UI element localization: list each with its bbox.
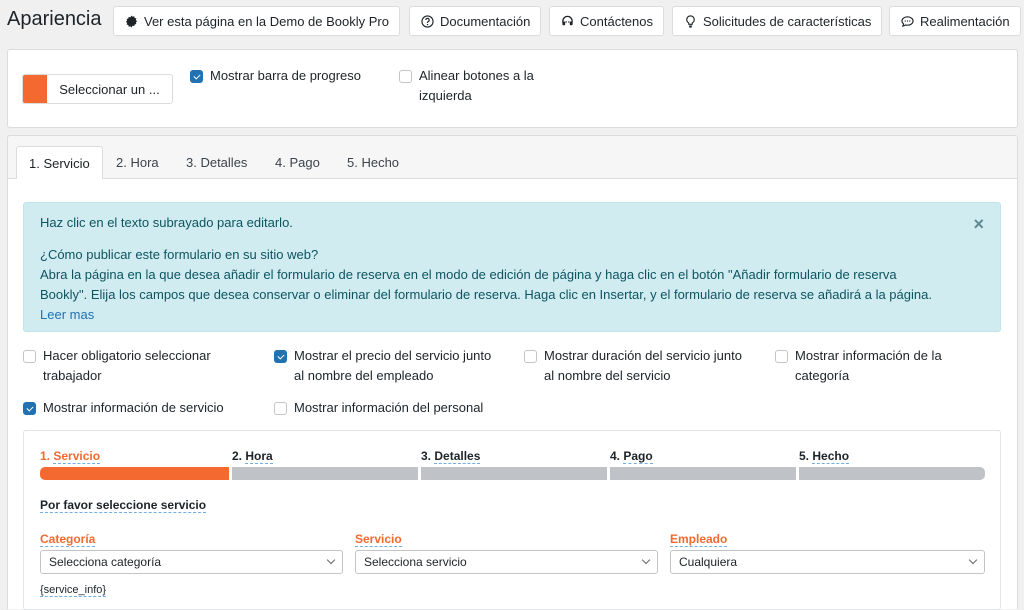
tab-detalles[interactable]: 3. Detalles: [174, 148, 259, 180]
employee-select[interactable]: Cualquiera: [670, 550, 985, 574]
option-label: Mostrar información del personal: [294, 400, 484, 415]
category-select[interactable]: Selecciona categoría: [40, 550, 343, 574]
info-alert: Haz clic en el texto subrayado para edit…: [23, 202, 1001, 332]
alert-instructions-line2: Bookly". Elija los campos que desea cons…: [40, 287, 932, 302]
close-icon[interactable]: ×: [973, 215, 984, 233]
option-show-category-info[interactable]: Mostrar información de la categoría: [775, 346, 942, 386]
service-select-value: Selecciona servicio: [364, 555, 467, 569]
employee-select-value: Cualquiera: [679, 555, 738, 569]
alert-question: ¿Cómo publicar este formulario en su sit…: [40, 247, 319, 262]
option-show-service-info[interactable]: Mostrar información de servicio: [23, 398, 224, 418]
step-tabs: 1. Servicio 2. Hora 3. Detalles 4. Pago …: [7, 135, 1018, 180]
progress-step-hora[interactable]: 2. Hora: [232, 449, 273, 464]
category-label[interactable]: Categoría: [40, 532, 96, 547]
option-label: Mostrar duración del servicio junto al no…: [544, 348, 742, 383]
contact-button[interactable]: Contáctenos: [549, 6, 664, 36]
header-bar: Apariencia Ver esta página en la Demo de…: [0, 0, 1024, 42]
booking-form-preview: [23, 430, 1001, 610]
option-require-staff[interactable]: Hacer obligatorio seleccionar trabajador: [23, 346, 211, 386]
align-buttons-left-checkbox[interactable]: [399, 69, 412, 83]
color-picker-button[interactable]: Seleccionar un ...: [22, 74, 173, 104]
option-label: Mostrar información de servicio: [43, 400, 224, 415]
align-buttons-left-label-line1: Alinear botones a la: [419, 68, 534, 83]
chevron-down-icon: [326, 555, 336, 565]
option-label: Mostrar información de la categoría: [795, 348, 942, 383]
headset-icon: [560, 14, 574, 28]
align-buttons-left-option[interactable]: Alinear botones a la izquierda: [399, 66, 534, 106]
color-swatch: [23, 75, 47, 103]
service-info-placeholder[interactable]: {service_info}: [40, 584, 107, 597]
bookly-gear-icon: [124, 14, 138, 28]
tab-servicio[interactable]: 1. Servicio: [16, 146, 103, 180]
progress-bar-segment: [421, 467, 607, 480]
progress-bar-segment: [232, 467, 418, 480]
question-circle-icon: [420, 14, 434, 28]
option-show-staff-info[interactable]: Mostrar información del personal: [274, 398, 483, 418]
progress-bar-segment: [610, 467, 796, 480]
option-checkbox[interactable]: [23, 401, 36, 415]
tab-hecho[interactable]: 5. Hecho: [335, 148, 411, 180]
documentation-button[interactable]: Documentación: [409, 6, 542, 36]
employee-label[interactable]: Empleado: [670, 532, 728, 547]
show-progress-bar-label: Mostrar barra de progreso: [210, 68, 362, 83]
documentation-button-label: Documentación: [440, 13, 531, 29]
tab-pago[interactable]: 4. Pago: [263, 148, 332, 180]
alert-hint-text: Haz clic en el texto subrayado para edit…: [40, 215, 293, 230]
section-title[interactable]: Por favor seleccione servicio: [40, 498, 207, 513]
feedback-button[interactable]: Realimentación: [889, 6, 1021, 36]
progress-step-pago[interactable]: 4. Pago: [610, 449, 653, 464]
category-select-value: Selecciona categoría: [49, 555, 162, 569]
option-checkbox[interactable]: [274, 401, 287, 415]
option-checkbox[interactable]: [23, 349, 36, 363]
progress-bar-segment: [799, 467, 985, 480]
option-label: Mostrar el precio del servicio junto al n…: [294, 348, 492, 383]
read-more-link[interactable]: Leer mas: [40, 305, 984, 325]
page-title: Apariencia: [7, 8, 102, 30]
progress-bar-segment: [40, 467, 229, 480]
demo-button[interactable]: Ver esta página en la Demo de Bookly Pro: [113, 6, 400, 36]
option-show-price-with-staff[interactable]: Mostrar el precio del servicio junto al n…: [274, 346, 491, 386]
progress-step-hecho[interactable]: 5. Hecho: [799, 449, 850, 464]
alert-instructions-line1: Abra la página en la que desea añadir el…: [40, 267, 897, 282]
contact-button-label: Contáctenos: [580, 13, 653, 29]
feature-requests-button-label: Solicitudes de características: [703, 13, 872, 29]
option-checkbox[interactable]: [775, 349, 788, 363]
comment-icon: [900, 14, 914, 28]
align-buttons-left-label-line2: izquierda: [419, 88, 472, 103]
feedback-button-label: Realimentación: [920, 13, 1010, 29]
show-progress-bar-checkbox[interactable]: [190, 69, 203, 83]
feature-requests-button[interactable]: Solicitudes de características: [672, 6, 883, 36]
lightbulb-icon: [683, 14, 697, 28]
option-checkbox[interactable]: [524, 349, 537, 363]
option-label: Hacer obligatorio seleccionar trabajador: [43, 348, 211, 383]
service-select[interactable]: Selecciona servicio: [355, 550, 658, 574]
option-checkbox[interactable]: [274, 349, 287, 363]
demo-button-label: Ver esta página en la Demo de Bookly Pro: [144, 13, 389, 29]
service-label[interactable]: Servicio: [355, 532, 402, 547]
chevron-down-icon: [968, 555, 978, 565]
chevron-down-icon: [641, 555, 651, 565]
progress-step-servicio[interactable]: 1. Servicio: [40, 449, 101, 464]
align-buttons-left-label: Alinear botones a la izquierda: [419, 66, 534, 106]
color-picker-label: Seleccionar un ...: [59, 81, 160, 97]
tab-hora[interactable]: 2. Hora: [104, 148, 171, 180]
progress-step-detalles[interactable]: 3. Detalles: [421, 449, 481, 464]
show-progress-bar-option[interactable]: Mostrar barra de progreso: [190, 66, 361, 86]
option-show-duration-with-service[interactable]: Mostrar duración del servicio junto al no…: [524, 346, 742, 386]
